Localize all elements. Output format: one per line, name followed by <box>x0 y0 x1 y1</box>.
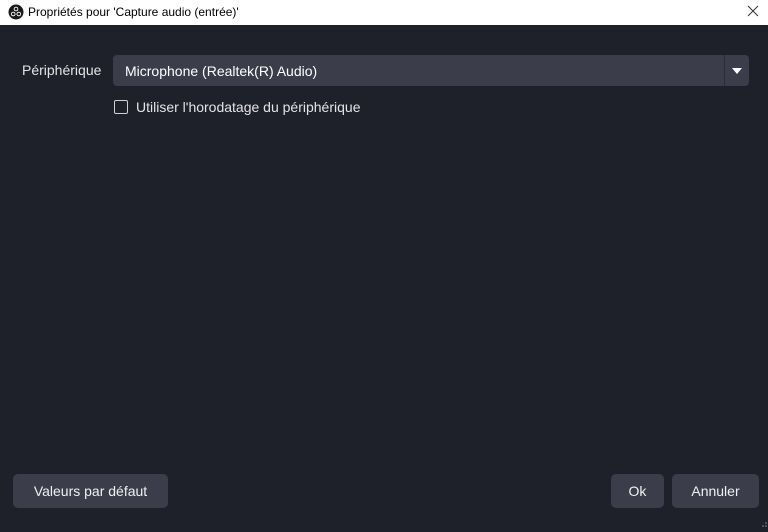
cancel-button[interactable]: Annuler <box>672 474 759 508</box>
device-label: Périphérique <box>22 62 102 78</box>
chevron-down-icon[interactable] <box>724 55 749 86</box>
device-select[interactable]: Microphone (Realtek(R) Audio) <box>113 55 749 86</box>
title-bar: Propriétés pour 'Capture audio (entrée)' <box>0 0 768 25</box>
defaults-button[interactable]: Valeurs par défaut <box>13 474 168 508</box>
properties-dialog: Propriétés pour 'Capture audio (entrée)'… <box>0 0 768 527</box>
close-icon <box>747 4 759 22</box>
device-timestamp-label: Utiliser l'horodatage du périphérique <box>136 99 361 115</box>
device-timestamp-checkbox[interactable] <box>114 100 128 114</box>
obs-logo-icon <box>8 4 24 20</box>
ok-button[interactable]: Ok <box>611 474 664 508</box>
device-select-value: Microphone (Realtek(R) Audio) <box>125 63 318 79</box>
resize-grip-icon[interactable] <box>759 514 767 527</box>
close-button[interactable] <box>738 0 768 25</box>
window-title: Propriétés pour 'Capture audio (entrée)' <box>28 5 239 19</box>
device-timestamp-option[interactable]: Utiliser l'horodatage du périphérique <box>114 99 360 115</box>
dialog-content: Périphérique Microphone (Realtek(R) Audi… <box>0 25 768 527</box>
